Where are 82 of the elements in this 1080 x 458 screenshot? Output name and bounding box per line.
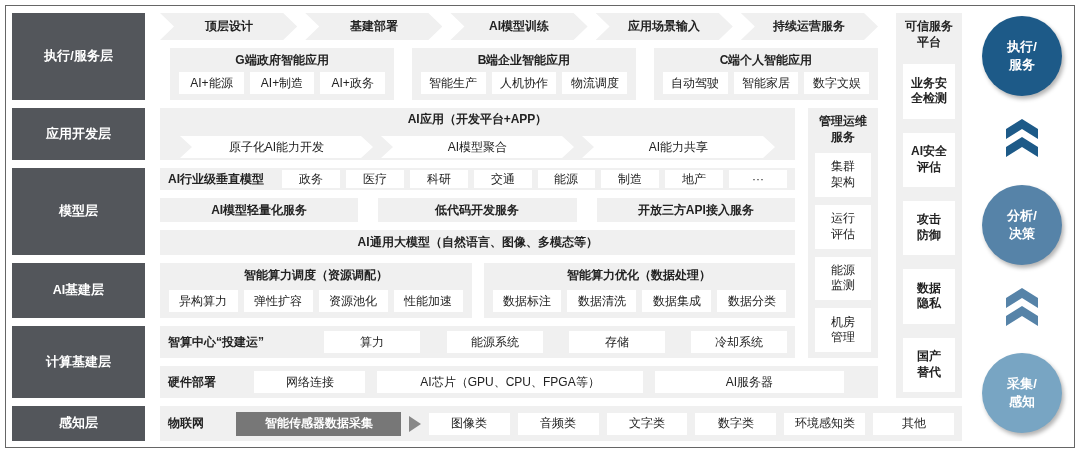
tag-label: 存储 xyxy=(568,331,665,353)
layer-label: AI基建层 xyxy=(12,263,145,318)
tag-label: 国产替代 xyxy=(903,337,955,392)
tag-label: 冷却系统 xyxy=(691,331,787,353)
tag-label: 文字类 xyxy=(606,412,688,435)
tag-label: 环境感知类 xyxy=(784,412,866,435)
highlight-tag: 智能传感器数据采集 xyxy=(236,411,401,436)
tag-label: 科研 xyxy=(409,170,468,188)
layer-label: 模型层 xyxy=(12,168,145,255)
tag-label: AI+制造 xyxy=(249,72,315,94)
tag-label: ··· xyxy=(729,170,788,188)
layer-label: 计算基建层 xyxy=(12,326,145,398)
tag-label: 业务安全检测 xyxy=(903,64,955,119)
tag-label: 制造 xyxy=(601,170,660,188)
tag-label: 数据隐私 xyxy=(903,269,955,324)
tag-label: 运行评估 xyxy=(815,204,871,249)
process-step: 原子化AI能力开发 xyxy=(180,136,373,158)
tag-label: 攻击防御 xyxy=(903,200,955,256)
card-title: G端政府智能应用 xyxy=(235,52,329,69)
panel-title: 管理运维服务 xyxy=(818,114,868,146)
panel-title: AI应用（开发平台+APP） xyxy=(407,111,548,128)
tag-label: 智能家居 xyxy=(733,72,799,94)
tag-label: 智能生产 xyxy=(421,72,486,94)
tag-label: 能源系统 xyxy=(446,331,543,353)
process-step: AI模型聚合 xyxy=(381,136,574,158)
tag-label: 数据分类 xyxy=(717,290,786,312)
tag-label: 性能加速 xyxy=(393,290,463,312)
stage-circle: 执行/服务 xyxy=(982,16,1062,96)
tag-label: 异构算力 xyxy=(169,290,238,312)
tag-label: 能源监测 xyxy=(815,256,871,301)
tag-label: 医疗 xyxy=(345,170,404,188)
tag-label: 数字类 xyxy=(695,412,777,435)
tag-label: 弹性扩容 xyxy=(243,290,313,312)
tag-label: AI芯片（GPU、CPU、FPGA等） xyxy=(377,371,643,393)
tag-label: 音频类 xyxy=(517,412,599,435)
tag-label: 网络连接 xyxy=(254,371,365,393)
tag-label: 数据标注 xyxy=(492,290,562,312)
service-panel: AI模型轻量化服务 xyxy=(160,198,359,222)
tag-label: 图像类 xyxy=(429,412,510,435)
tag-label: AI+能源 xyxy=(179,72,244,94)
tag-label: 集群架构 xyxy=(815,153,871,197)
tag-label: AI安全评估 xyxy=(903,132,955,187)
tag-label: 资源池化 xyxy=(318,290,388,312)
general-model-panel: AI通用大模型（自然语言、图像、多模态等） xyxy=(160,230,795,255)
process-step: AI模型训练 xyxy=(450,13,588,40)
service-panel: 开放三方API接入服务 xyxy=(596,198,795,222)
process-step: AI能力共享 xyxy=(582,136,775,158)
panel-title: 可信服务平台 xyxy=(904,19,954,51)
layer-label: 感知层 xyxy=(12,406,145,441)
tag-label: 自动驾驶 xyxy=(663,72,728,94)
panel-title: 硬件部署 xyxy=(168,373,217,391)
panel-title: 物联网 xyxy=(168,415,205,432)
tag-label: 其他 xyxy=(873,412,954,435)
tag-label: AI+政务 xyxy=(320,72,385,94)
tag-label: AI服务器 xyxy=(655,371,844,393)
triangle-arrow-icon xyxy=(409,415,421,432)
tag-label: 数据清洗 xyxy=(567,290,637,312)
tag-label: 机房管理 xyxy=(815,308,871,352)
card-title: 智能算力优化（数据处理） xyxy=(567,267,712,284)
tag-label: 政务 xyxy=(282,170,340,188)
panel-title: 智算中心“投建运” xyxy=(168,333,265,351)
tag-label: 物流调度 xyxy=(562,72,627,94)
tag-label: 人机协作 xyxy=(491,72,557,94)
tag-label: 数据集成 xyxy=(642,290,712,312)
service-panel: 低代码开发服务 xyxy=(378,198,577,222)
card-title: 智能算力调度（资源调配） xyxy=(243,267,388,284)
tag-label: 交通 xyxy=(473,170,532,188)
stage-circle: 分析/决策 xyxy=(982,184,1062,265)
tag-label: 能源 xyxy=(537,170,596,188)
layer-label: 执行/服务层 xyxy=(12,13,145,100)
layer-label: 应用开发层 xyxy=(12,108,145,160)
stage-circle: 采集/感知 xyxy=(982,353,1062,433)
tag-label: 数字文娱 xyxy=(804,72,869,94)
card-title: B端企业智能应用 xyxy=(477,52,571,69)
process-step: 基建部署 xyxy=(305,13,443,40)
process-step: 顶层设计 xyxy=(160,13,298,40)
tag-label: 地产 xyxy=(665,170,724,188)
process-step: 持续运营服务 xyxy=(740,13,878,40)
panel-title: AI行业级垂直模型 xyxy=(168,170,265,188)
process-step: 应用场景输入 xyxy=(595,13,733,40)
tag-label: 算力 xyxy=(324,331,421,353)
card-title: C端个人智能应用 xyxy=(719,52,813,69)
